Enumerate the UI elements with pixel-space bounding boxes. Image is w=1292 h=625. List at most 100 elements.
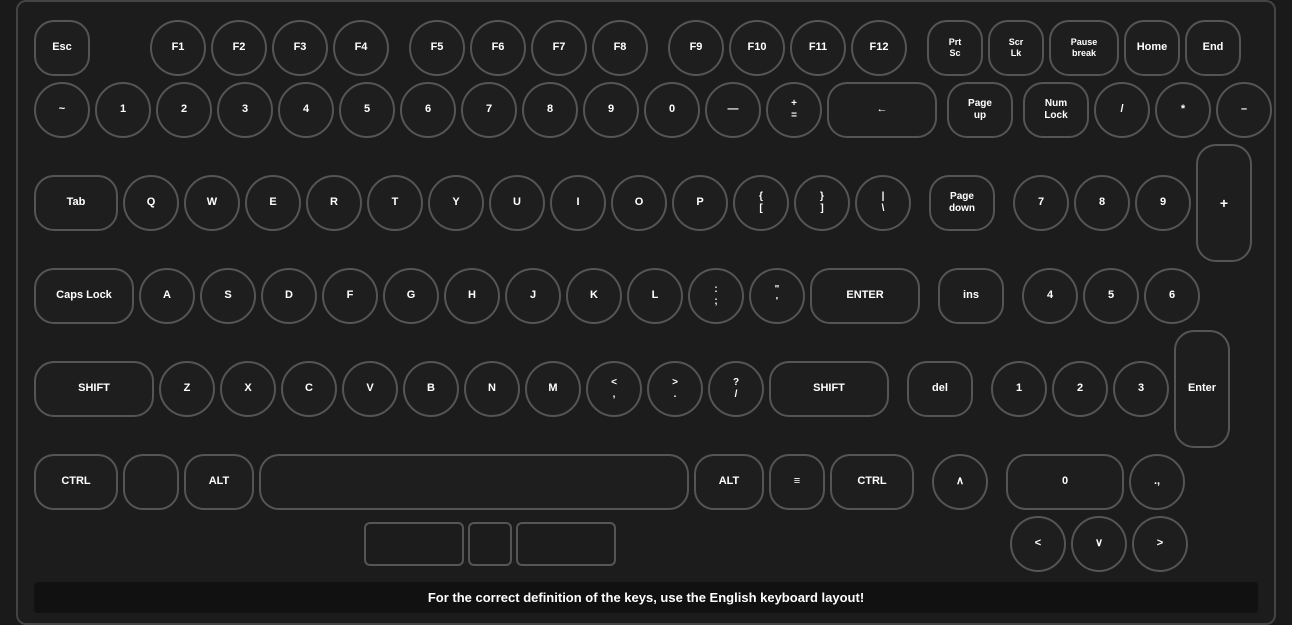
key-c[interactable]: C bbox=[281, 361, 337, 417]
key-f10[interactable]: F10 bbox=[729, 20, 785, 76]
key-pagedown[interactable]: Page down bbox=[929, 175, 995, 231]
key-b[interactable]: B bbox=[403, 361, 459, 417]
key-numsub[interactable]: – bbox=[1216, 82, 1272, 138]
key-t[interactable]: T bbox=[367, 175, 423, 231]
key-5[interactable]: 5 bbox=[339, 82, 395, 138]
key-ins[interactable]: ins bbox=[938, 268, 1004, 324]
key-f11[interactable]: F11 bbox=[790, 20, 846, 76]
key-8[interactable]: 8 bbox=[522, 82, 578, 138]
key-lbrace[interactable]: { [ bbox=[733, 175, 789, 231]
key-f5[interactable]: F5 bbox=[409, 20, 465, 76]
key-num4[interactable]: 4 bbox=[1022, 268, 1078, 324]
key-f6[interactable]: F6 bbox=[470, 20, 526, 76]
key-6[interactable]: 6 bbox=[400, 82, 456, 138]
key-o[interactable]: O bbox=[611, 175, 667, 231]
key-num7[interactable]: 7 bbox=[1013, 175, 1069, 231]
key-home[interactable]: Home bbox=[1124, 20, 1180, 76]
key-arrow-left[interactable]: < bbox=[1010, 516, 1066, 572]
key-n[interactable]: N bbox=[464, 361, 520, 417]
touchpad-right-button[interactable] bbox=[516, 522, 616, 566]
key-f7[interactable]: F7 bbox=[531, 20, 587, 76]
key-ctrl-right[interactable]: CTRL bbox=[830, 454, 914, 510]
key-equal[interactable]: + = bbox=[766, 82, 822, 138]
key-tab[interactable]: Tab bbox=[34, 175, 118, 231]
key-arrow-right[interactable]: > bbox=[1132, 516, 1188, 572]
key-numdiv[interactable]: / bbox=[1094, 82, 1150, 138]
key-end[interactable]: End bbox=[1185, 20, 1241, 76]
key-num0[interactable]: 0 bbox=[1006, 454, 1124, 510]
key-num2[interactable]: 2 bbox=[1052, 361, 1108, 417]
key-e[interactable]: E bbox=[245, 175, 301, 231]
key-num1[interactable]: 1 bbox=[991, 361, 1047, 417]
key-semicolon[interactable]: : ; bbox=[688, 268, 744, 324]
key-f3[interactable]: F3 bbox=[272, 20, 328, 76]
key-enter[interactable]: ENTER bbox=[810, 268, 920, 324]
key-num6[interactable]: 6 bbox=[1144, 268, 1200, 324]
key-z[interactable]: Z bbox=[159, 361, 215, 417]
key-q[interactable]: Q bbox=[123, 175, 179, 231]
key-s[interactable]: S bbox=[200, 268, 256, 324]
key-num9[interactable]: 9 bbox=[1135, 175, 1191, 231]
touchpad-mid-button[interactable] bbox=[468, 522, 512, 566]
key-shift-right[interactable]: SHIFT bbox=[769, 361, 889, 417]
key-del[interactable]: del bbox=[907, 361, 973, 417]
key-f2[interactable]: F2 bbox=[211, 20, 267, 76]
key-4[interactable]: 4 bbox=[278, 82, 334, 138]
key-m[interactable]: M bbox=[525, 361, 581, 417]
key-win-left[interactable] bbox=[123, 454, 179, 510]
key-u[interactable]: U bbox=[489, 175, 545, 231]
key-num8[interactable]: 8 bbox=[1074, 175, 1130, 231]
key-numdec[interactable]: ., bbox=[1129, 454, 1185, 510]
key-num5[interactable]: 5 bbox=[1083, 268, 1139, 324]
key-p[interactable]: P bbox=[672, 175, 728, 231]
key-w[interactable]: W bbox=[184, 175, 240, 231]
key-prtsc[interactable]: Prt Sc bbox=[927, 20, 983, 76]
key-f12[interactable]: F12 bbox=[851, 20, 907, 76]
key-0[interactable]: 0 bbox=[644, 82, 700, 138]
key-g[interactable]: G bbox=[383, 268, 439, 324]
key-num3[interactable]: 3 bbox=[1113, 361, 1169, 417]
key-9[interactable]: 9 bbox=[583, 82, 639, 138]
key-1[interactable]: 1 bbox=[95, 82, 151, 138]
key-3[interactable]: 3 bbox=[217, 82, 273, 138]
key-alt-right[interactable]: ALT bbox=[694, 454, 764, 510]
key-f8[interactable]: F8 bbox=[592, 20, 648, 76]
key-i[interactable]: I bbox=[550, 175, 606, 231]
key-r[interactable]: R bbox=[306, 175, 362, 231]
key-y[interactable]: Y bbox=[428, 175, 484, 231]
key-v[interactable]: V bbox=[342, 361, 398, 417]
key-f9[interactable]: F9 bbox=[668, 20, 724, 76]
key-j[interactable]: J bbox=[505, 268, 561, 324]
key-rbrace[interactable]: } ] bbox=[794, 175, 850, 231]
key-capslock[interactable]: Caps Lock bbox=[34, 268, 134, 324]
key-period[interactable]: > . bbox=[647, 361, 703, 417]
key-arrow-down[interactable]: ∨ bbox=[1071, 516, 1127, 572]
key-f4[interactable]: F4 bbox=[333, 20, 389, 76]
key-numplus[interactable]: + bbox=[1196, 144, 1252, 262]
key-a[interactable]: A bbox=[139, 268, 195, 324]
key-x[interactable]: X bbox=[220, 361, 276, 417]
key-tilde[interactable]: ~ bbox=[34, 82, 90, 138]
key-esc[interactable]: Esc bbox=[34, 20, 90, 76]
key-pipe[interactable]: | \ bbox=[855, 175, 911, 231]
key-numenter[interactable]: Enter bbox=[1174, 330, 1230, 448]
key-nummul[interactable]: * bbox=[1155, 82, 1211, 138]
key-minus[interactable]: — bbox=[705, 82, 761, 138]
key-ctrl-left[interactable]: CTRL bbox=[34, 454, 118, 510]
key-menu[interactable]: ≡ bbox=[769, 454, 825, 510]
key-alt-left[interactable]: ALT bbox=[184, 454, 254, 510]
touchpad-left-button[interactable] bbox=[364, 522, 464, 566]
key-caret[interactable]: ∧ bbox=[932, 454, 988, 510]
key-numlock[interactable]: Num Lock bbox=[1023, 82, 1089, 138]
key-k[interactable]: K bbox=[566, 268, 622, 324]
key-pageup[interactable]: Page up bbox=[947, 82, 1013, 138]
key-space[interactable] bbox=[259, 454, 689, 510]
key-d[interactable]: D bbox=[261, 268, 317, 324]
key-h[interactable]: H bbox=[444, 268, 500, 324]
key-2[interactable]: 2 bbox=[156, 82, 212, 138]
key-scrlk[interactable]: Scr Lk bbox=[988, 20, 1044, 76]
key-pause[interactable]: Pause break bbox=[1049, 20, 1119, 76]
key-l[interactable]: L bbox=[627, 268, 683, 324]
key-quote[interactable]: " ' bbox=[749, 268, 805, 324]
key-backspace[interactable]: ← bbox=[827, 82, 937, 138]
